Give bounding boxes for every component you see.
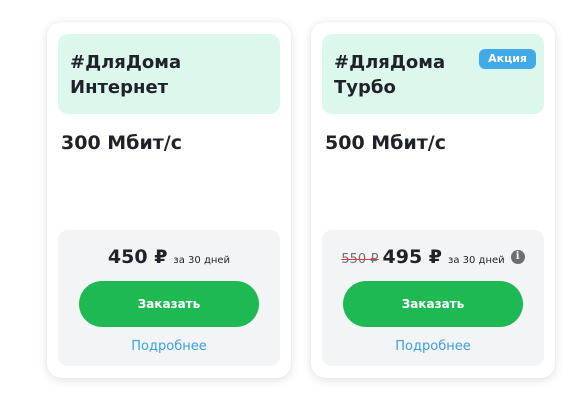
- tariff-header: #ДляДома Турбо Акция: [322, 34, 544, 114]
- tariff-title-line2: Турбо: [334, 77, 396, 98]
- tariff-card-turbo: #ДляДома Турбо Акция 500 Мбит/с 550 ₽ 49…: [311, 22, 555, 378]
- price-row: 550 ₽ 495 ₽ за 30 дней i: [322, 246, 544, 268]
- order-button[interactable]: Заказать: [79, 281, 259, 327]
- tariff-speed: 300 Мбит/с: [61, 132, 182, 154]
- more-details-link[interactable]: Подробнее: [322, 339, 544, 354]
- tariff-card-internet: #ДляДома Интернет 300 Мбит/с 450 ₽ за 30…: [47, 22, 291, 378]
- tariff-price-panel: 550 ₽ 495 ₽ за 30 дней i Заказать Подроб…: [322, 230, 544, 366]
- tariff-header: #ДляДома Интернет: [58, 34, 280, 114]
- tariff-title-line1: #ДляДома: [70, 52, 182, 73]
- price-period: за 30 дней: [448, 255, 505, 266]
- tariff-speed: 500 Мбит/с: [325, 132, 446, 154]
- tariff-title-line2: Интернет: [70, 77, 169, 98]
- info-icon[interactable]: i: [510, 250, 525, 264]
- more-details-link[interactable]: Подробнее: [58, 339, 280, 354]
- order-button[interactable]: Заказать: [343, 281, 523, 327]
- price-period: за 30 дней: [173, 255, 231, 266]
- tariff-price-panel: 450 ₽ за 30 дней Заказать Подробнее: [58, 230, 280, 366]
- current-price: 495 ₽: [382, 246, 443, 268]
- price-row: 450 ₽ за 30 дней: [58, 246, 280, 268]
- old-price: 550 ₽: [341, 252, 379, 267]
- current-price: 450 ₽: [107, 246, 168, 268]
- promo-badge: Акция: [479, 49, 536, 69]
